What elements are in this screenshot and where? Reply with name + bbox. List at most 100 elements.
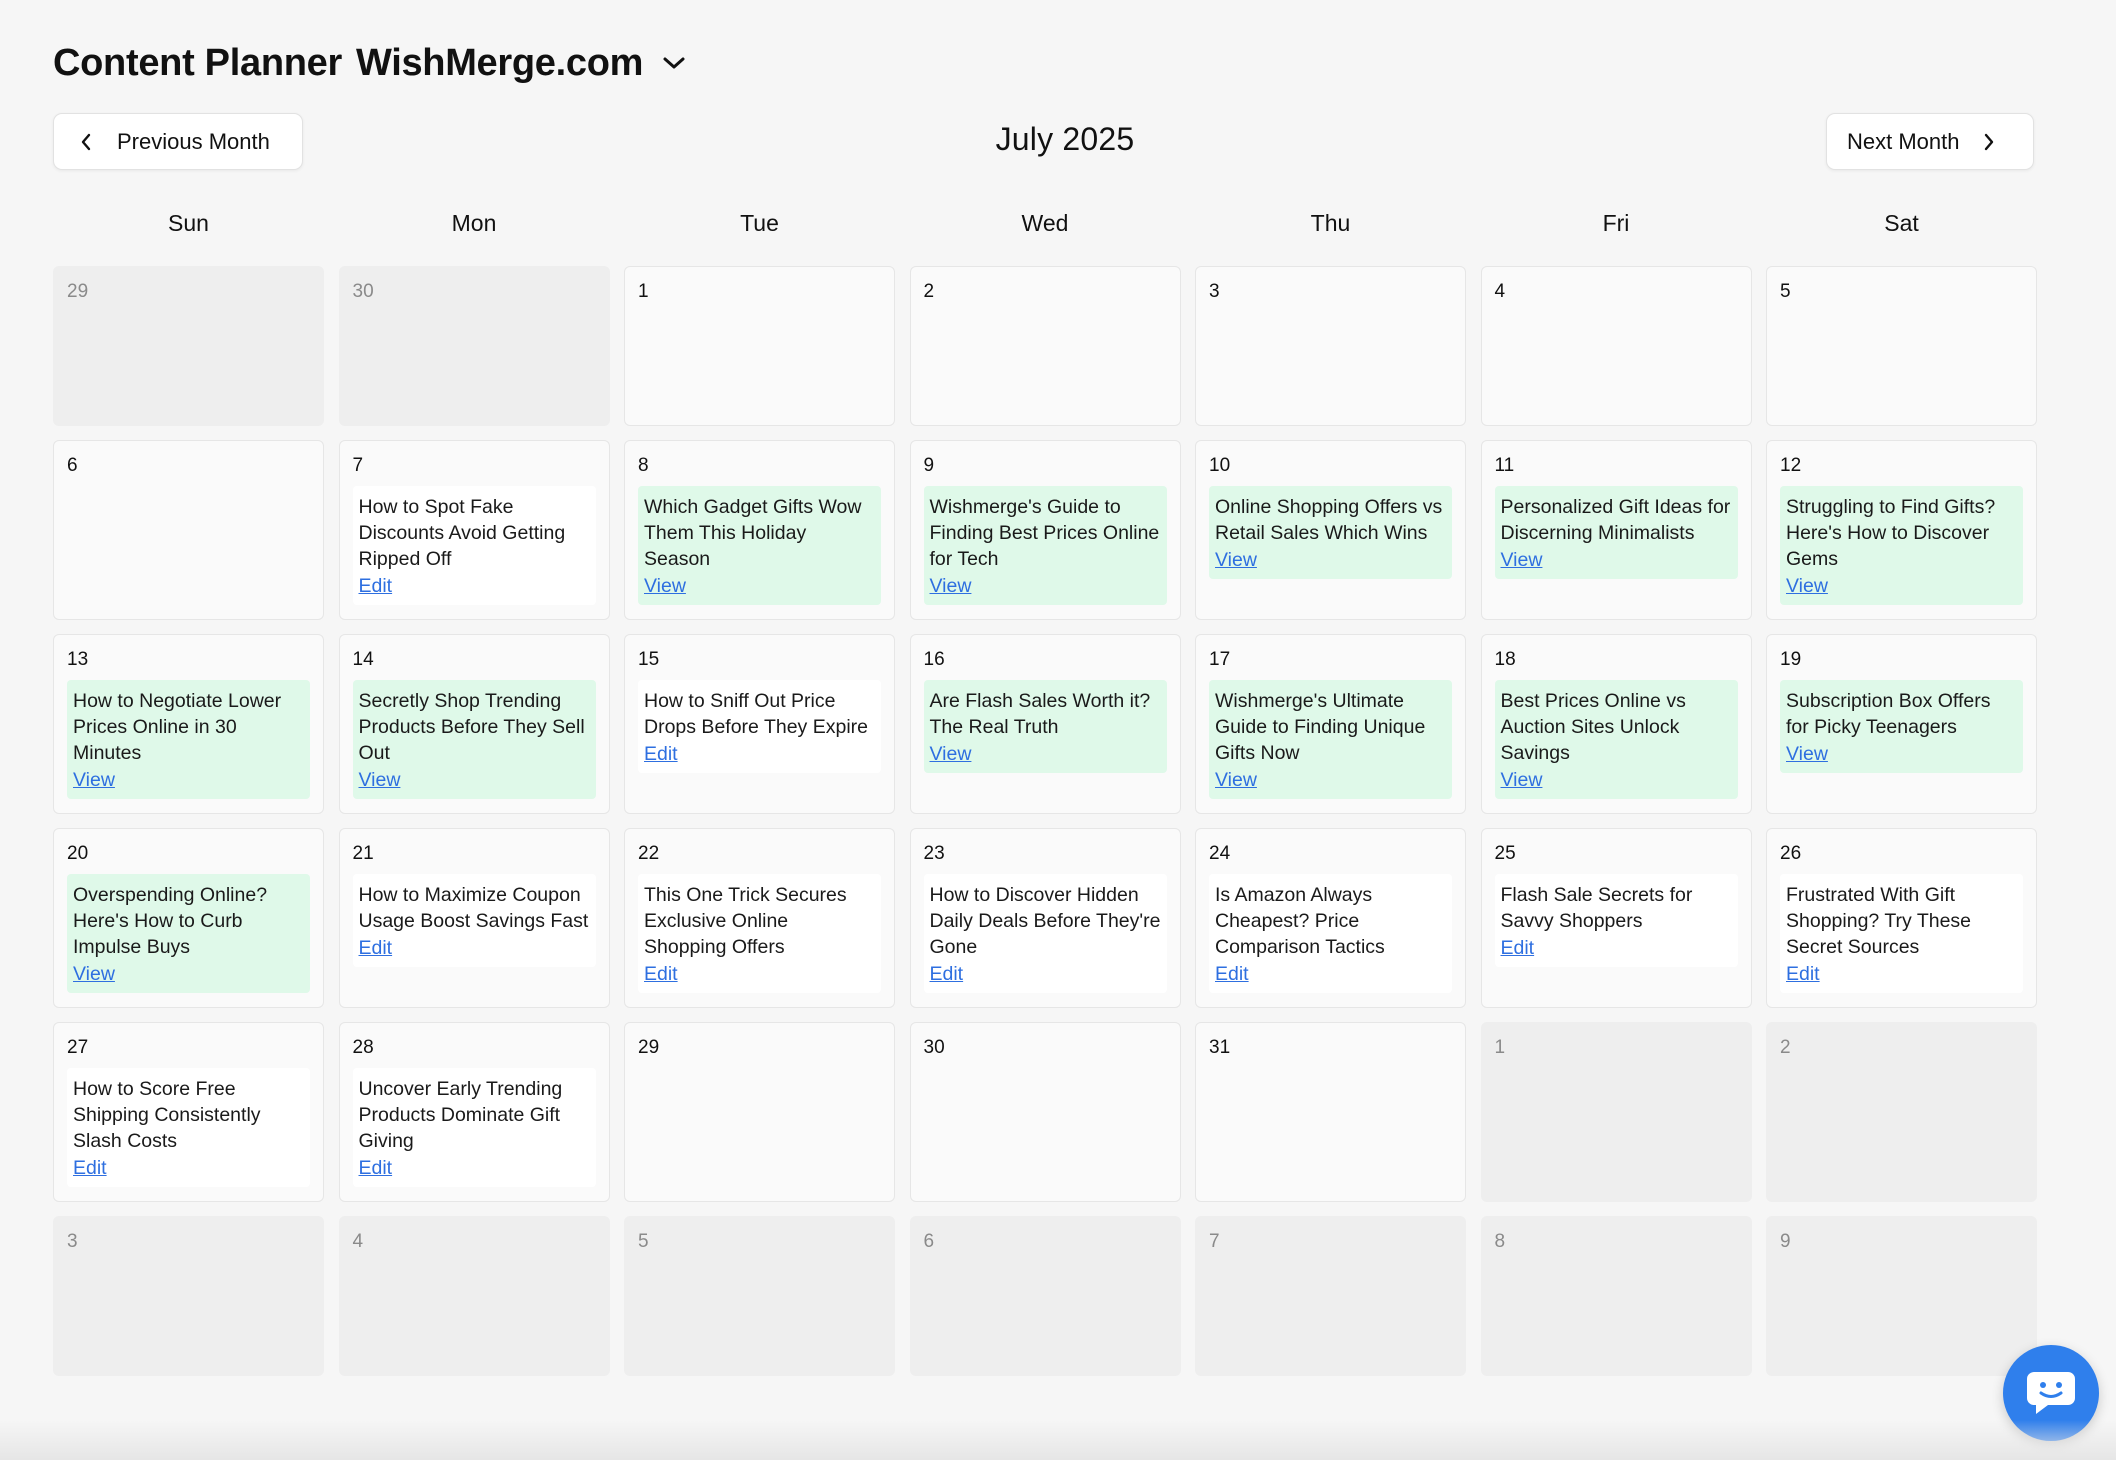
site-selector-label[interactable]: WishMerge.com <box>356 42 643 85</box>
calendar-day[interactable]: 10 Online Shopping Offers vs Retail Sales… <box>1195 440 1466 620</box>
calendar-day[interactable]: 21 How to Maximize Coupon Usage Boost Sav… <box>338 828 610 1008</box>
draft-post-card[interactable]: How to Discover Hidden Daily Deals Befor… <box>923 874 1167 993</box>
day-number: 1 <box>1494 1037 1506 1058</box>
edit-post-link[interactable]: Edit <box>359 1156 393 1180</box>
view-post-link[interactable]: View <box>359 768 401 792</box>
calendar-day[interactable]: 20 Overspending Online? Here's How to Cur… <box>53 828 324 1008</box>
calendar-day[interactable]: 2 <box>909 266 1181 426</box>
calendar-day[interactable]: 15 How to Sniff Out Price Drops Before Th… <box>624 634 895 814</box>
published-post-card[interactable]: Secretly Shop Trending Products Before T… <box>352 680 596 799</box>
published-post-card[interactable]: Overspending Online? Here's How to Curb … <box>67 874 310 993</box>
calendar-day[interactable]: 25 Flash Sale Secrets for Savvy Shoppers E… <box>1480 828 1752 1008</box>
chevron-down-icon[interactable] <box>659 48 689 78</box>
day-number: 14 <box>352 649 374 670</box>
calendar-day-outside-month[interactable]: 2 <box>1766 1022 2037 1202</box>
calendar-day[interactable]: 1 <box>624 266 895 426</box>
calendar-day[interactable]: 16 Are Flash Sales Worth it? The Real Tru… <box>909 634 1181 814</box>
published-post-card[interactable]: Online Shopping Offers vs Retail Sales W… <box>1209 486 1452 579</box>
post-title: Struggling to Find Gifts? Here's How to … <box>1786 496 1996 570</box>
calendar-day[interactable]: 12 Struggling to Find Gifts? Here's How t… <box>1766 440 2037 620</box>
calendar-day[interactable]: 18 Best Prices Online vs Auction Sites Un… <box>1480 634 1752 814</box>
published-post-card[interactable]: Struggling to Find Gifts? Here's How to … <box>1780 486 2023 605</box>
weekday-label: Sat <box>1884 210 1919 236</box>
calendar-day[interactable]: 17 Wishmerge's Ultimate Guide to Finding … <box>1195 634 1466 814</box>
calendar-day-outside-month[interactable]: 7 <box>1195 1216 1466 1376</box>
calendar-day[interactable]: 13 How to Negotiate Lower Prices Online i… <box>53 634 324 814</box>
calendar-day[interactable]: 3 <box>1195 266 1466 426</box>
view-post-link[interactable]: View <box>73 768 115 792</box>
published-post-card[interactable]: Personalized Gift Ideas for Discerning M… <box>1494 486 1738 579</box>
published-post-card[interactable]: Subscription Box Offers for Picky Teenag… <box>1780 680 2023 773</box>
draft-post-card[interactable]: How to Spot Fake Discounts Avoid Getting… <box>352 486 596 605</box>
draft-post-card[interactable]: How to Sniff Out Price Drops Before They… <box>638 680 881 773</box>
calendar-day[interactable]: 29 <box>624 1022 895 1202</box>
view-post-link[interactable]: View <box>1215 548 1257 572</box>
view-post-link[interactable]: View <box>1786 742 1828 766</box>
post-title: Wishmerge's Guide to Finding Best Prices… <box>929 496 1160 570</box>
calendar-day[interactable]: 30 <box>909 1022 1181 1202</box>
calendar-day-outside-month[interactable]: 5 <box>624 1216 895 1376</box>
calendar-day[interactable]: 4 <box>1480 266 1752 426</box>
weekday-label: Mon <box>451 210 497 236</box>
edit-post-link[interactable]: Edit <box>644 962 678 986</box>
view-post-link[interactable]: View <box>73 962 115 986</box>
view-post-link[interactable]: View <box>644 574 686 598</box>
view-post-link[interactable]: View <box>1215 768 1257 792</box>
calendar-day[interactable]: 23 How to Discover Hidden Daily Deals Bef… <box>909 828 1181 1008</box>
view-post-link[interactable]: View <box>930 574 972 598</box>
draft-post-card[interactable]: Is Amazon Always Cheapest? Price Compari… <box>1209 874 1452 993</box>
calendar-day[interactable]: 8 Which Gadget Gifts Wow Them This Holida… <box>624 440 895 620</box>
calendar-day[interactable]: 19 Subscription Box Offers for Picky Teen… <box>1766 634 2037 814</box>
calendar-day[interactable]: 22 This One Trick Secures Exclusive Onlin… <box>624 828 895 1008</box>
edit-post-link[interactable]: Edit <box>1215 962 1249 986</box>
view-post-link[interactable]: View <box>1501 548 1543 572</box>
day-number: 2 <box>1780 1037 1791 1058</box>
published-post-card[interactable]: How to Negotiate Lower Prices Online in … <box>67 680 310 799</box>
edit-post-link[interactable]: Edit <box>930 962 964 986</box>
published-post-card[interactable]: Which Gadget Gifts Wow Them This Holiday… <box>638 486 881 605</box>
view-post-link[interactable]: View <box>930 742 972 766</box>
draft-post-card[interactable]: This One Trick Secures Exclusive Online … <box>638 874 881 993</box>
calendar-day[interactable]: 7 How to Spot Fake Discounts Avoid Gettin… <box>338 440 610 620</box>
calendar-day-outside-month[interactable]: 4 <box>338 1216 610 1376</box>
edit-post-link[interactable]: Edit <box>644 742 678 766</box>
calendar-day[interactable]: 28 Uncover Early Trending Products Domina… <box>338 1022 610 1202</box>
edit-post-link[interactable]: Edit <box>359 936 393 960</box>
calendar-day-outside-month[interactable]: 30 <box>338 266 610 426</box>
published-post-card[interactable]: Best Prices Online vs Auction Sites Unlo… <box>1494 680 1738 799</box>
published-post-card[interactable]: Are Flash Sales Worth it? The Real Truth… <box>923 680 1167 773</box>
edit-post-link[interactable]: Edit <box>1786 962 1820 986</box>
view-post-link[interactable]: View <box>1501 768 1543 792</box>
edit-post-link[interactable]: Edit <box>359 574 393 598</box>
view-post-link[interactable]: View <box>1786 574 1828 598</box>
calendar-day[interactable]: 26 Frustrated With Gift Shopping? Try The… <box>1766 828 2037 1008</box>
calendar-day-outside-month[interactable]: 8 <box>1480 1216 1752 1376</box>
draft-post-card[interactable]: How to Maximize Coupon Usage Boost Savin… <box>352 874 596 967</box>
calendar-day[interactable]: 6 <box>53 440 324 620</box>
published-post-card[interactable]: Wishmerge's Guide to Finding Best Prices… <box>923 486 1167 605</box>
edit-post-link[interactable]: Edit <box>73 1156 107 1180</box>
calendar-day-outside-month[interactable]: 9 <box>1766 1216 2037 1376</box>
post-title: Subscription Box Offers for Picky Teenag… <box>1786 690 1991 738</box>
draft-post-card[interactable]: Uncover Early Trending Products Dominate… <box>352 1068 596 1187</box>
calendar-day-outside-month[interactable]: 1 <box>1480 1022 1752 1202</box>
edit-post-link[interactable]: Edit <box>1501 936 1535 960</box>
calendar-day[interactable]: 27 How to Score Free Shipping Consistentl… <box>53 1022 324 1202</box>
draft-post-card[interactable]: How to Score Free Shipping Consistently … <box>67 1068 310 1187</box>
published-post-card[interactable]: Wishmerge's Ultimate Guide to Finding Un… <box>1209 680 1452 799</box>
day-number: 8 <box>1494 1231 1506 1252</box>
calendar-day-outside-month[interactable]: 29 <box>53 266 324 426</box>
post-title: This One Trick Secures Exclusive Online … <box>644 884 847 958</box>
calendar-day-outside-month[interactable]: 3 <box>53 1216 324 1376</box>
calendar-day[interactable]: 5 <box>1766 266 2037 426</box>
weekday-label: Sun <box>168 210 209 236</box>
calendar-day[interactable]: 14 Secretly Shop Trending Products Before… <box>338 634 610 814</box>
next-month-button[interactable]: Next Month <box>1826 113 2034 170</box>
calendar-day[interactable]: 9 Wishmerge's Guide to Finding Best Price… <box>909 440 1181 620</box>
calendar-day[interactable]: 11 Personalized Gift Ideas for Discerning… <box>1480 440 1752 620</box>
calendar-day[interactable]: 31 <box>1195 1022 1466 1202</box>
draft-post-card[interactable]: Flash Sale Secrets for Savvy Shoppers Edi… <box>1494 874 1738 967</box>
draft-post-card[interactable]: Frustrated With Gift Shopping? Try These… <box>1780 874 2023 993</box>
calendar-day[interactable]: 24 Is Amazon Always Cheapest? Price Compa… <box>1195 828 1466 1008</box>
calendar-day-outside-month[interactable]: 6 <box>909 1216 1181 1376</box>
